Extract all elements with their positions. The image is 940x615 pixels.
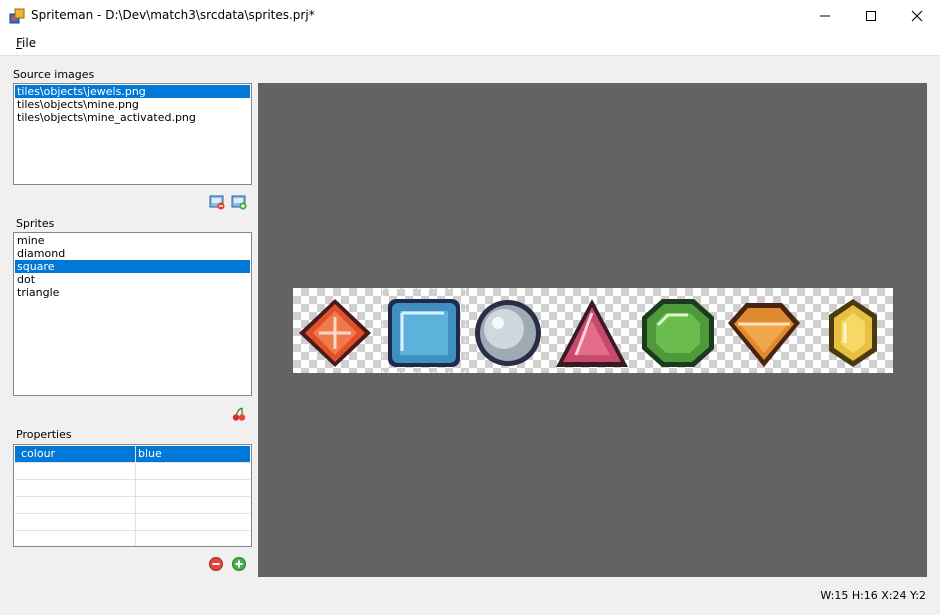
- list-item[interactable]: square: [15, 260, 250, 273]
- property-key: colour: [15, 446, 136, 462]
- status-text: W:15 H:16 X:24 Y:2: [820, 589, 926, 602]
- add-property-icon[interactable]: [231, 556, 247, 572]
- close-icon: [911, 10, 923, 21]
- maximize-button[interactable]: [848, 0, 894, 31]
- property-value[interactable]: [136, 514, 250, 530]
- sprites-label: Sprites: [16, 217, 55, 230]
- property-key: [15, 463, 136, 479]
- list-item[interactable]: dot: [15, 273, 250, 286]
- property-value[interactable]: [136, 480, 250, 496]
- property-row[interactable]: [15, 497, 250, 514]
- list-item[interactable]: triangle: [15, 286, 250, 299]
- property-value[interactable]: [136, 497, 250, 513]
- property-value[interactable]: [136, 463, 250, 479]
- list-item[interactable]: diamond: [15, 247, 250, 260]
- source-images-list[interactable]: tiles\objects\jewels.png tiles\objects\m…: [13, 83, 252, 185]
- source-images-label: Source images: [13, 68, 95, 81]
- property-key: [15, 531, 136, 546]
- property-row[interactable]: colour blue: [15, 446, 250, 463]
- property-key: [15, 514, 136, 530]
- list-item[interactable]: tiles\objects\mine_activated.png: [15, 111, 250, 124]
- red-diamond-gem-icon[interactable]: [297, 297, 373, 369]
- remove-property-icon[interactable]: [208, 556, 224, 572]
- property-row[interactable]: [15, 480, 250, 497]
- cherries-icon[interactable]: [231, 406, 247, 422]
- property-key: [15, 480, 136, 496]
- remove-image-icon[interactable]: [209, 194, 225, 210]
- property-row[interactable]: [15, 463, 250, 480]
- property-row[interactable]: [15, 514, 250, 531]
- properties-label: Properties: [16, 428, 72, 441]
- minimize-icon: [820, 15, 830, 16]
- list-item[interactable]: mine: [15, 234, 250, 247]
- list-item[interactable]: tiles\objects\mine.png: [15, 98, 250, 111]
- menu-bar: [0, 31, 940, 56]
- window-title: Spriteman - D:\Dev\match3\srcdata\sprite…: [31, 8, 315, 22]
- minimize-button[interactable]: [802, 0, 848, 31]
- yellow-gem-icon[interactable]: [815, 297, 891, 369]
- property-value[interactable]: [136, 531, 250, 546]
- add-image-icon[interactable]: [231, 194, 247, 210]
- green-octagon-gem-icon[interactable]: [640, 297, 716, 369]
- pink-triangle-gem-icon[interactable]: [554, 297, 630, 369]
- sprite-selection-marquee: [382, 288, 466, 373]
- property-value[interactable]: blue: [136, 446, 250, 462]
- white-dot-gem-icon[interactable]: [470, 297, 546, 369]
- orange-diamond-gem-icon[interactable]: [726, 297, 802, 369]
- maximize-icon: [866, 10, 876, 21]
- property-row[interactable]: [15, 531, 250, 546]
- list-item[interactable]: tiles\objects\jewels.png: [15, 85, 250, 98]
- spriteman-app-icon: [9, 8, 25, 24]
- properties-grid[interactable]: colour blue: [13, 444, 252, 547]
- close-button[interactable]: [894, 0, 940, 31]
- menu-file[interactable]: File: [16, 36, 36, 50]
- sprites-list[interactable]: mine diamond square dot triangle: [13, 232, 252, 396]
- property-key: [15, 497, 136, 513]
